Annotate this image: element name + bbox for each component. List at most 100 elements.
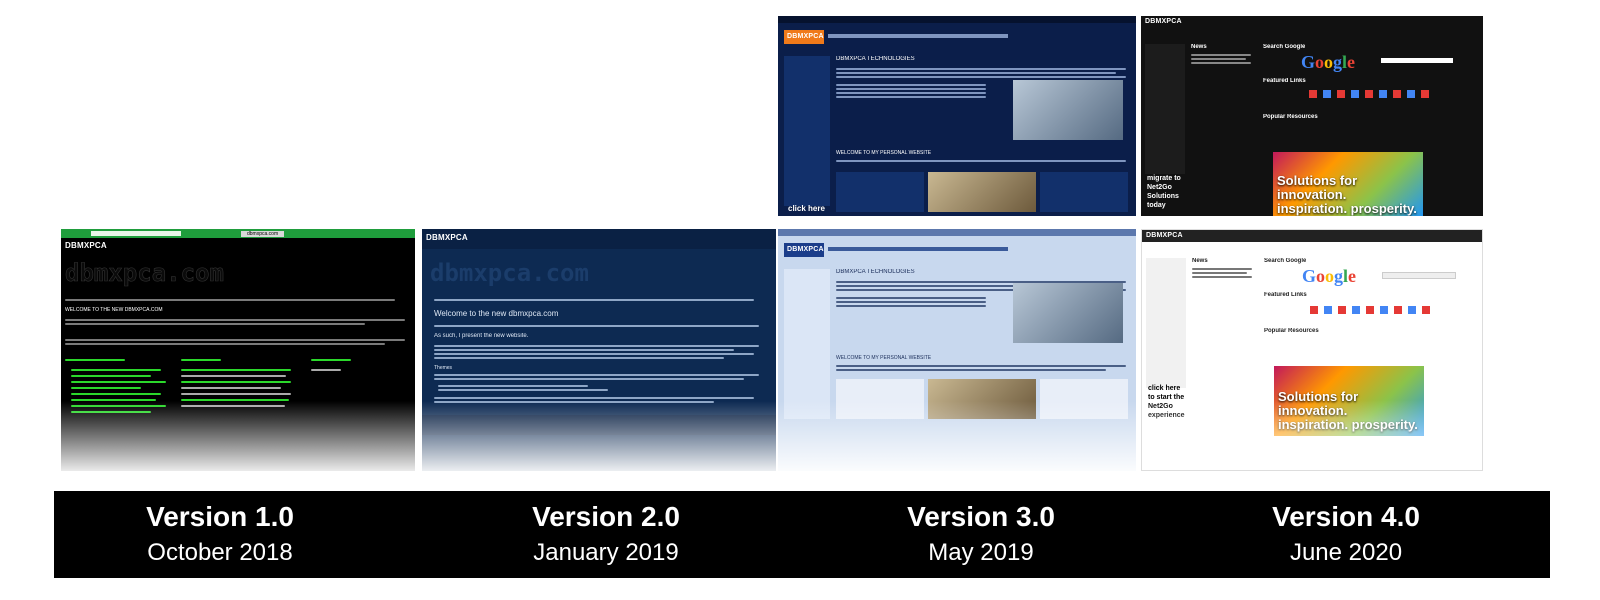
featured-icons-row[interactable] [1309,90,1429,98]
text-line [65,319,405,321]
version-3-title: Version 3.0 [907,501,1055,532]
top-strip [1142,230,1482,242]
featured-links-heading: Featured Links [1264,292,1307,298]
text-line [1192,268,1252,270]
version-4-title: Version 4.0 [1272,501,1420,532]
text-line [434,353,754,355]
text-line [434,299,754,301]
screenshot-version-1: dbmxpca.com DBMXPCA dbmxpca.com WELCOME … [61,229,415,471]
hero-photo [1013,283,1123,343]
top-strip [778,229,1136,236]
news-heading: News [1192,258,1208,264]
featured-icons-row[interactable] [1310,306,1430,314]
browser-tab: dbmxpca.com [241,231,285,237]
google-logo: Google [1301,52,1356,72]
site-logo: DBMXPCA [787,246,824,253]
hero-photo [1013,80,1123,140]
text-line [181,381,291,383]
text-line [65,359,125,361]
search-heading: Search Google [1264,258,1307,264]
text-line [434,397,754,399]
search-input[interactable] [1382,272,1456,279]
news-heading: News [1191,44,1207,50]
text-line [434,378,744,380]
version-1-title: Version 1.0 [146,501,294,532]
welcome-heading: WELCOME TO MY PERSONAL WEBSITE [836,355,932,361]
text-line [836,305,986,307]
text-line [71,375,151,377]
text-line [836,301,986,303]
text-line [434,349,734,351]
screenshot-version-4-bottom: DBMXPCA News Search Google Google Featur… [1141,229,1483,471]
popular-resources-heading: Popular Resources [1263,114,1318,120]
text-line [434,325,759,327]
text-line [836,96,986,98]
subheading: As such, I present the new website. [434,333,529,339]
text-line [181,369,291,371]
text-line [1192,276,1252,278]
site-header [422,229,776,249]
text-line [836,76,1126,78]
text-line [1191,54,1251,56]
text-line [71,381,166,383]
screenshot-version-3-bottom: DBMXPCA DBMXPCA TECHNOLOGIES WELCOME TO … [778,229,1136,471]
text-line [65,323,365,325]
text-line [65,339,405,341]
reflection-fade [778,401,1136,471]
text-line [438,385,588,387]
version-4-date: June 2020 [1289,539,1403,566]
site-logo: DBMXPCA [787,33,824,40]
site-logo: DBMXPCA [1145,18,1182,25]
search-input[interactable] [1381,58,1453,63]
screenshot-version-3-top: DBMXPCA DBMXPCA TECHNOLOGIES WELCOME TO … [778,16,1136,216]
text-line [434,345,759,347]
text-line [181,387,281,389]
google-logo: Google [1302,266,1357,286]
site-title-big: dbmxpca.com [65,259,225,288]
reflection-fade [1142,400,1482,470]
text-line [836,160,1126,162]
left-sidebar [1145,44,1185,174]
nav-bar [828,247,1008,251]
text-line [836,72,1116,74]
version-1-date: October 2018 [147,539,293,566]
site-logo: DBMXPCA [65,241,107,250]
nav-bar [828,34,1008,38]
text-line [181,359,221,361]
site-title-big: dbmxpca.com [430,259,589,287]
text-line [71,387,141,389]
links-panel [1040,172,1128,212]
screenshot-version-2: DBMXPCA dbmxpca.com Welcome to the new d… [422,229,776,471]
screenshot-version-4-top: DBMXPCA News Search Google Google Featur… [1141,16,1483,216]
text-line [1192,272,1247,274]
text-line [1191,58,1246,60]
featured-links-heading: Featured Links [1263,78,1306,84]
text-line [311,359,351,361]
text-line [1191,62,1251,64]
text-line [434,374,759,376]
migrate-text[interactable]: migrate to Net2Go Solutions today [1147,174,1181,210]
left-sidebar [784,56,830,206]
site-logo: DBMXPCA [1146,232,1183,239]
text-line [65,343,385,345]
text-line [836,92,986,94]
page-heading: DBMXPCA TECHNOLOGIES [836,269,915,275]
welcome-heading: Welcome to the new dbmxpca.com [434,309,559,318]
text-line [311,369,341,371]
site-logo: DBMXPCA [426,233,468,242]
reflection-fade [61,401,415,471]
text-line [836,297,986,299]
left-sidebar [784,269,830,419]
featured-panel [928,172,1036,212]
search-heading: Search Google [1263,44,1306,50]
click-here-link[interactable]: click here [788,204,825,213]
top-strip [778,16,1136,23]
themes-heading: Themes [434,365,453,371]
browser-address-bar [91,231,181,236]
ad-text: Solutions for innovation. inspiration. p… [1277,173,1417,216]
intro-heading: WELCOME TO THE NEW DBMXPCA.COM [65,307,163,313]
text-line [836,84,986,86]
page-heading: DBMXPCA TECHNOLOGIES [836,56,915,62]
version-2-title: Version 2.0 [532,501,680,532]
version-3-date: May 2019 [928,539,1034,566]
